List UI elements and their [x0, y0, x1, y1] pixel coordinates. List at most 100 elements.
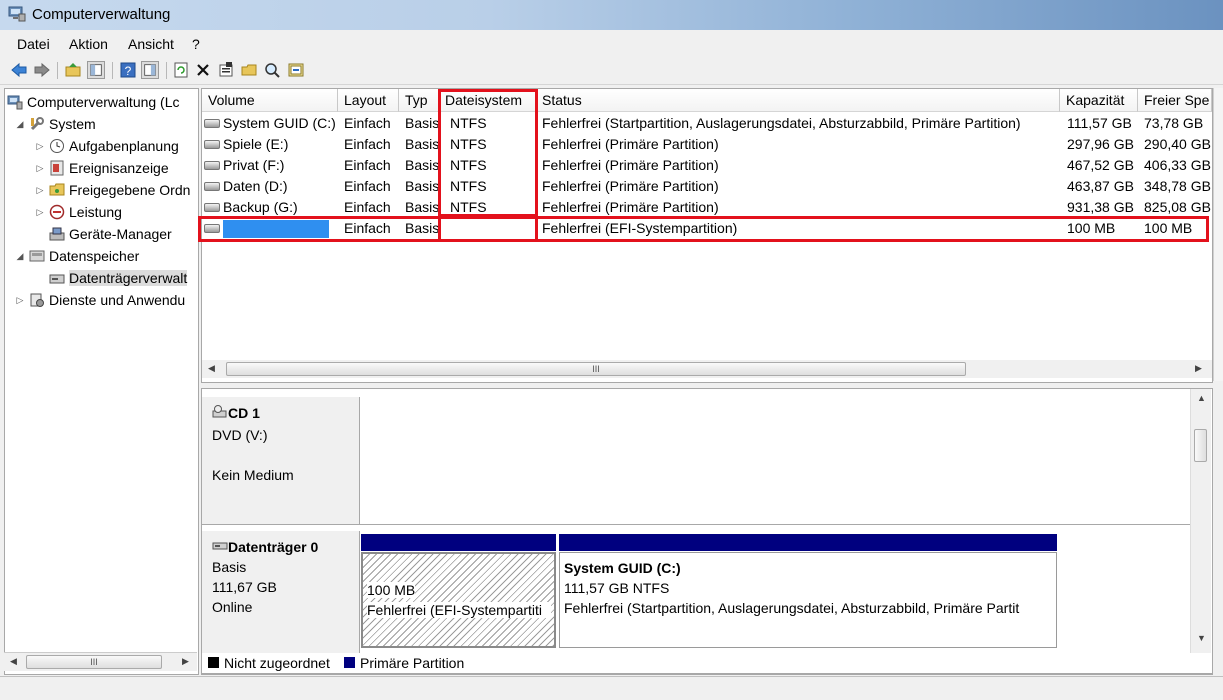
- cell-freier-speicher: 100 MB: [1144, 220, 1193, 236]
- scroll-right-icon[interactable]: ▶: [182, 656, 189, 667]
- column-header-freier-speicher[interactable]: Freier Spe: [1138, 89, 1212, 112]
- tree-expander[interactable]: ▷: [35, 141, 45, 152]
- cd-name: CD 1: [228, 405, 260, 421]
- column-header-kapazitaet[interactable]: Kapazität: [1060, 89, 1138, 112]
- scroll-down-icon[interactable]: ▼: [1197, 633, 1206, 643]
- tools-icon: [30, 117, 44, 131]
- disk-label-datentraeger-0[interactable]: Datenträger 0 Basis 111,67 GB Online: [202, 531, 360, 653]
- cell-dateisystem: NTFS: [450, 178, 487, 194]
- disk-title: Datenträger 0: [212, 539, 318, 555]
- open-icon[interactable]: [240, 61, 258, 79]
- tree-expander[interactable]: ▷: [35, 207, 45, 218]
- tree-label: Aufgabenplanung: [69, 138, 179, 154]
- tree-item-datentraegerverwaltung[interactable]: Datenträgerverwalt: [35, 268, 188, 288]
- menu-datei[interactable]: Datei: [17, 36, 50, 52]
- cell-status: Fehlerfrei (Primäre Partition): [542, 157, 719, 173]
- tree-expander[interactable]: ▷: [15, 295, 25, 306]
- back-icon[interactable]: [10, 61, 28, 79]
- scroll-up-icon[interactable]: ▲: [1197, 393, 1206, 403]
- volume-name: Daten (D:): [223, 178, 288, 194]
- export-icon[interactable]: [287, 61, 305, 79]
- cell-volume: Backup (G:): [204, 199, 338, 215]
- computer-icon: [7, 95, 23, 110]
- help-icon[interactable]: ?: [119, 61, 137, 79]
- volume-icon: [204, 223, 220, 233]
- show-hide-action-icon[interactable]: [141, 61, 159, 79]
- scroll-thumb[interactable]: III: [226, 362, 966, 376]
- tree-item-leistung[interactable]: ▷ Leistung: [35, 202, 122, 222]
- cd-drive-icon: [212, 405, 227, 418]
- column-header-dateisystem[interactable]: Dateisystem: [439, 89, 536, 112]
- scroll-thumb[interactable]: III: [26, 655, 162, 669]
- tree-label: Computerverwaltung (Lc: [27, 94, 180, 110]
- tree-label: Datenträgerverwalt: [69, 270, 188, 286]
- tree-item-geraete-manager[interactable]: Geräte-Manager: [35, 224, 172, 244]
- show-hide-tree-icon[interactable]: [87, 61, 105, 79]
- tree-item-system[interactable]: ◢ System: [15, 114, 96, 134]
- cell-status: Fehlerfrei (Primäre Partition): [542, 199, 719, 215]
- disk-label-cd1[interactable]: CD 1 DVD (V:) Kein Medium: [202, 397, 360, 524]
- table-row[interactable]: Backup (G:) Einfach Basis NTFS Fehlerfre…: [202, 197, 1212, 218]
- partition-name: System GUID (C:): [564, 560, 681, 576]
- tree-expander[interactable]: ▷: [35, 185, 45, 196]
- tree-label: Datenspeicher: [49, 248, 140, 264]
- menu-ansicht[interactable]: Ansicht: [128, 36, 174, 52]
- tree-item-aufgabenplanung[interactable]: ▷ Aufgabenplanung: [35, 136, 179, 156]
- table-row[interactable]: Einfach Basis Fehlerfrei (EFI-Systempart…: [202, 218, 1212, 239]
- column-header-layout[interactable]: Layout: [338, 89, 399, 112]
- tree-item-dienste[interactable]: ▷ Dienste und Anwendu: [15, 290, 186, 310]
- table-row[interactable]: System GUID (C:) Einfach Basis NTFS Fehl…: [202, 113, 1212, 134]
- cell-typ: Basis: [405, 220, 439, 236]
- column-header-typ[interactable]: Typ: [399, 89, 439, 112]
- tree-item-datenspeicher[interactable]: ◢ Datenspeicher: [15, 246, 140, 266]
- tree-item-freigegebene-ordner[interactable]: ▷ Freigegebene Ordn: [35, 180, 191, 200]
- partition-system[interactable]: System GUID (C:) 111,57 GB NTFS Fehlerfr…: [559, 552, 1057, 648]
- cell-layout: Einfach: [344, 115, 391, 131]
- redaction-box: [223, 220, 329, 239]
- column-header-status[interactable]: Status: [536, 89, 1060, 112]
- cell-dateisystem: NTFS: [450, 136, 487, 152]
- cell-typ: Basis: [405, 136, 439, 152]
- cell-status: Fehlerfrei (EFI-Systempartition): [542, 220, 738, 236]
- tree-expander[interactable]: ◢: [15, 251, 25, 262]
- window-title: Computerverwaltung: [32, 6, 171, 23]
- legend-swatch-primary: [344, 657, 355, 668]
- disk-graphical-view: CD 1 DVD (V:) Kein Medium Datenträger 0 …: [201, 388, 1213, 675]
- scroll-left-icon[interactable]: ◀: [208, 363, 215, 374]
- cell-typ: Basis: [405, 199, 439, 215]
- menu-aktion[interactable]: Aktion: [69, 36, 108, 52]
- tree-horizontal-scrollbar[interactable]: ◀ III ▶: [4, 652, 197, 671]
- disk-type: Basis: [212, 559, 247, 575]
- menu-help[interactable]: ?: [192, 36, 200, 52]
- column-header-volume[interactable]: Volume: [202, 89, 338, 112]
- volume-name: Spiele (E:): [223, 136, 289, 152]
- legend-label: Primäre Partition: [360, 655, 465, 671]
- scroll-right-icon[interactable]: ▶: [1195, 363, 1202, 374]
- table-row[interactable]: Daten (D:) Einfach Basis NTFS Fehlerfrei…: [202, 176, 1212, 197]
- forward-icon[interactable]: [33, 61, 51, 79]
- tree-item-ereignisanzeige[interactable]: ▷ Ereignisanzeige: [35, 158, 169, 178]
- scroll-left-icon[interactable]: ◀: [10, 656, 17, 667]
- partition-status: Fehlerfrei (Startpartition, Auslagerungs…: [564, 600, 1020, 616]
- partition-efi[interactable]: 100 MB Fehlerfrei (EFI-Systempartiti: [361, 552, 556, 648]
- tree-expander[interactable]: ▷: [35, 163, 45, 174]
- list-horizontal-scrollbar[interactable]: ◀ III ▶: [202, 360, 1212, 378]
- graph-vertical-scrollbar[interactable]: ▲ ▼: [1190, 389, 1211, 653]
- search-icon[interactable]: [263, 61, 281, 79]
- properties-icon[interactable]: [217, 61, 235, 79]
- table-row[interactable]: Privat (F:) Einfach Basis NTFS Fehlerfre…: [202, 155, 1212, 176]
- shared-folder-icon: [49, 183, 65, 196]
- tree-label: Geräte-Manager: [69, 226, 172, 242]
- scroll-thumb[interactable]: [1194, 429, 1207, 462]
- list-vertical-scrollbar[interactable]: [1213, 88, 1223, 381]
- volume-name: Privat (F:): [223, 157, 285, 173]
- volume-icon: [204, 160, 220, 170]
- refresh-icon[interactable]: [172, 61, 190, 79]
- delete-icon[interactable]: [194, 61, 212, 79]
- cell-kapazitaet: 111,57 GB: [1067, 115, 1132, 131]
- up-folder-icon[interactable]: [64, 61, 82, 79]
- tree-item-computerverwaltung[interactable]: Computerverwaltung (Lc: [7, 92, 180, 112]
- tree-expander[interactable]: ◢: [15, 119, 25, 130]
- table-row[interactable]: Spiele (E:) Einfach Basis NTFS Fehlerfre…: [202, 134, 1212, 155]
- cd-type: DVD (V:): [212, 427, 268, 443]
